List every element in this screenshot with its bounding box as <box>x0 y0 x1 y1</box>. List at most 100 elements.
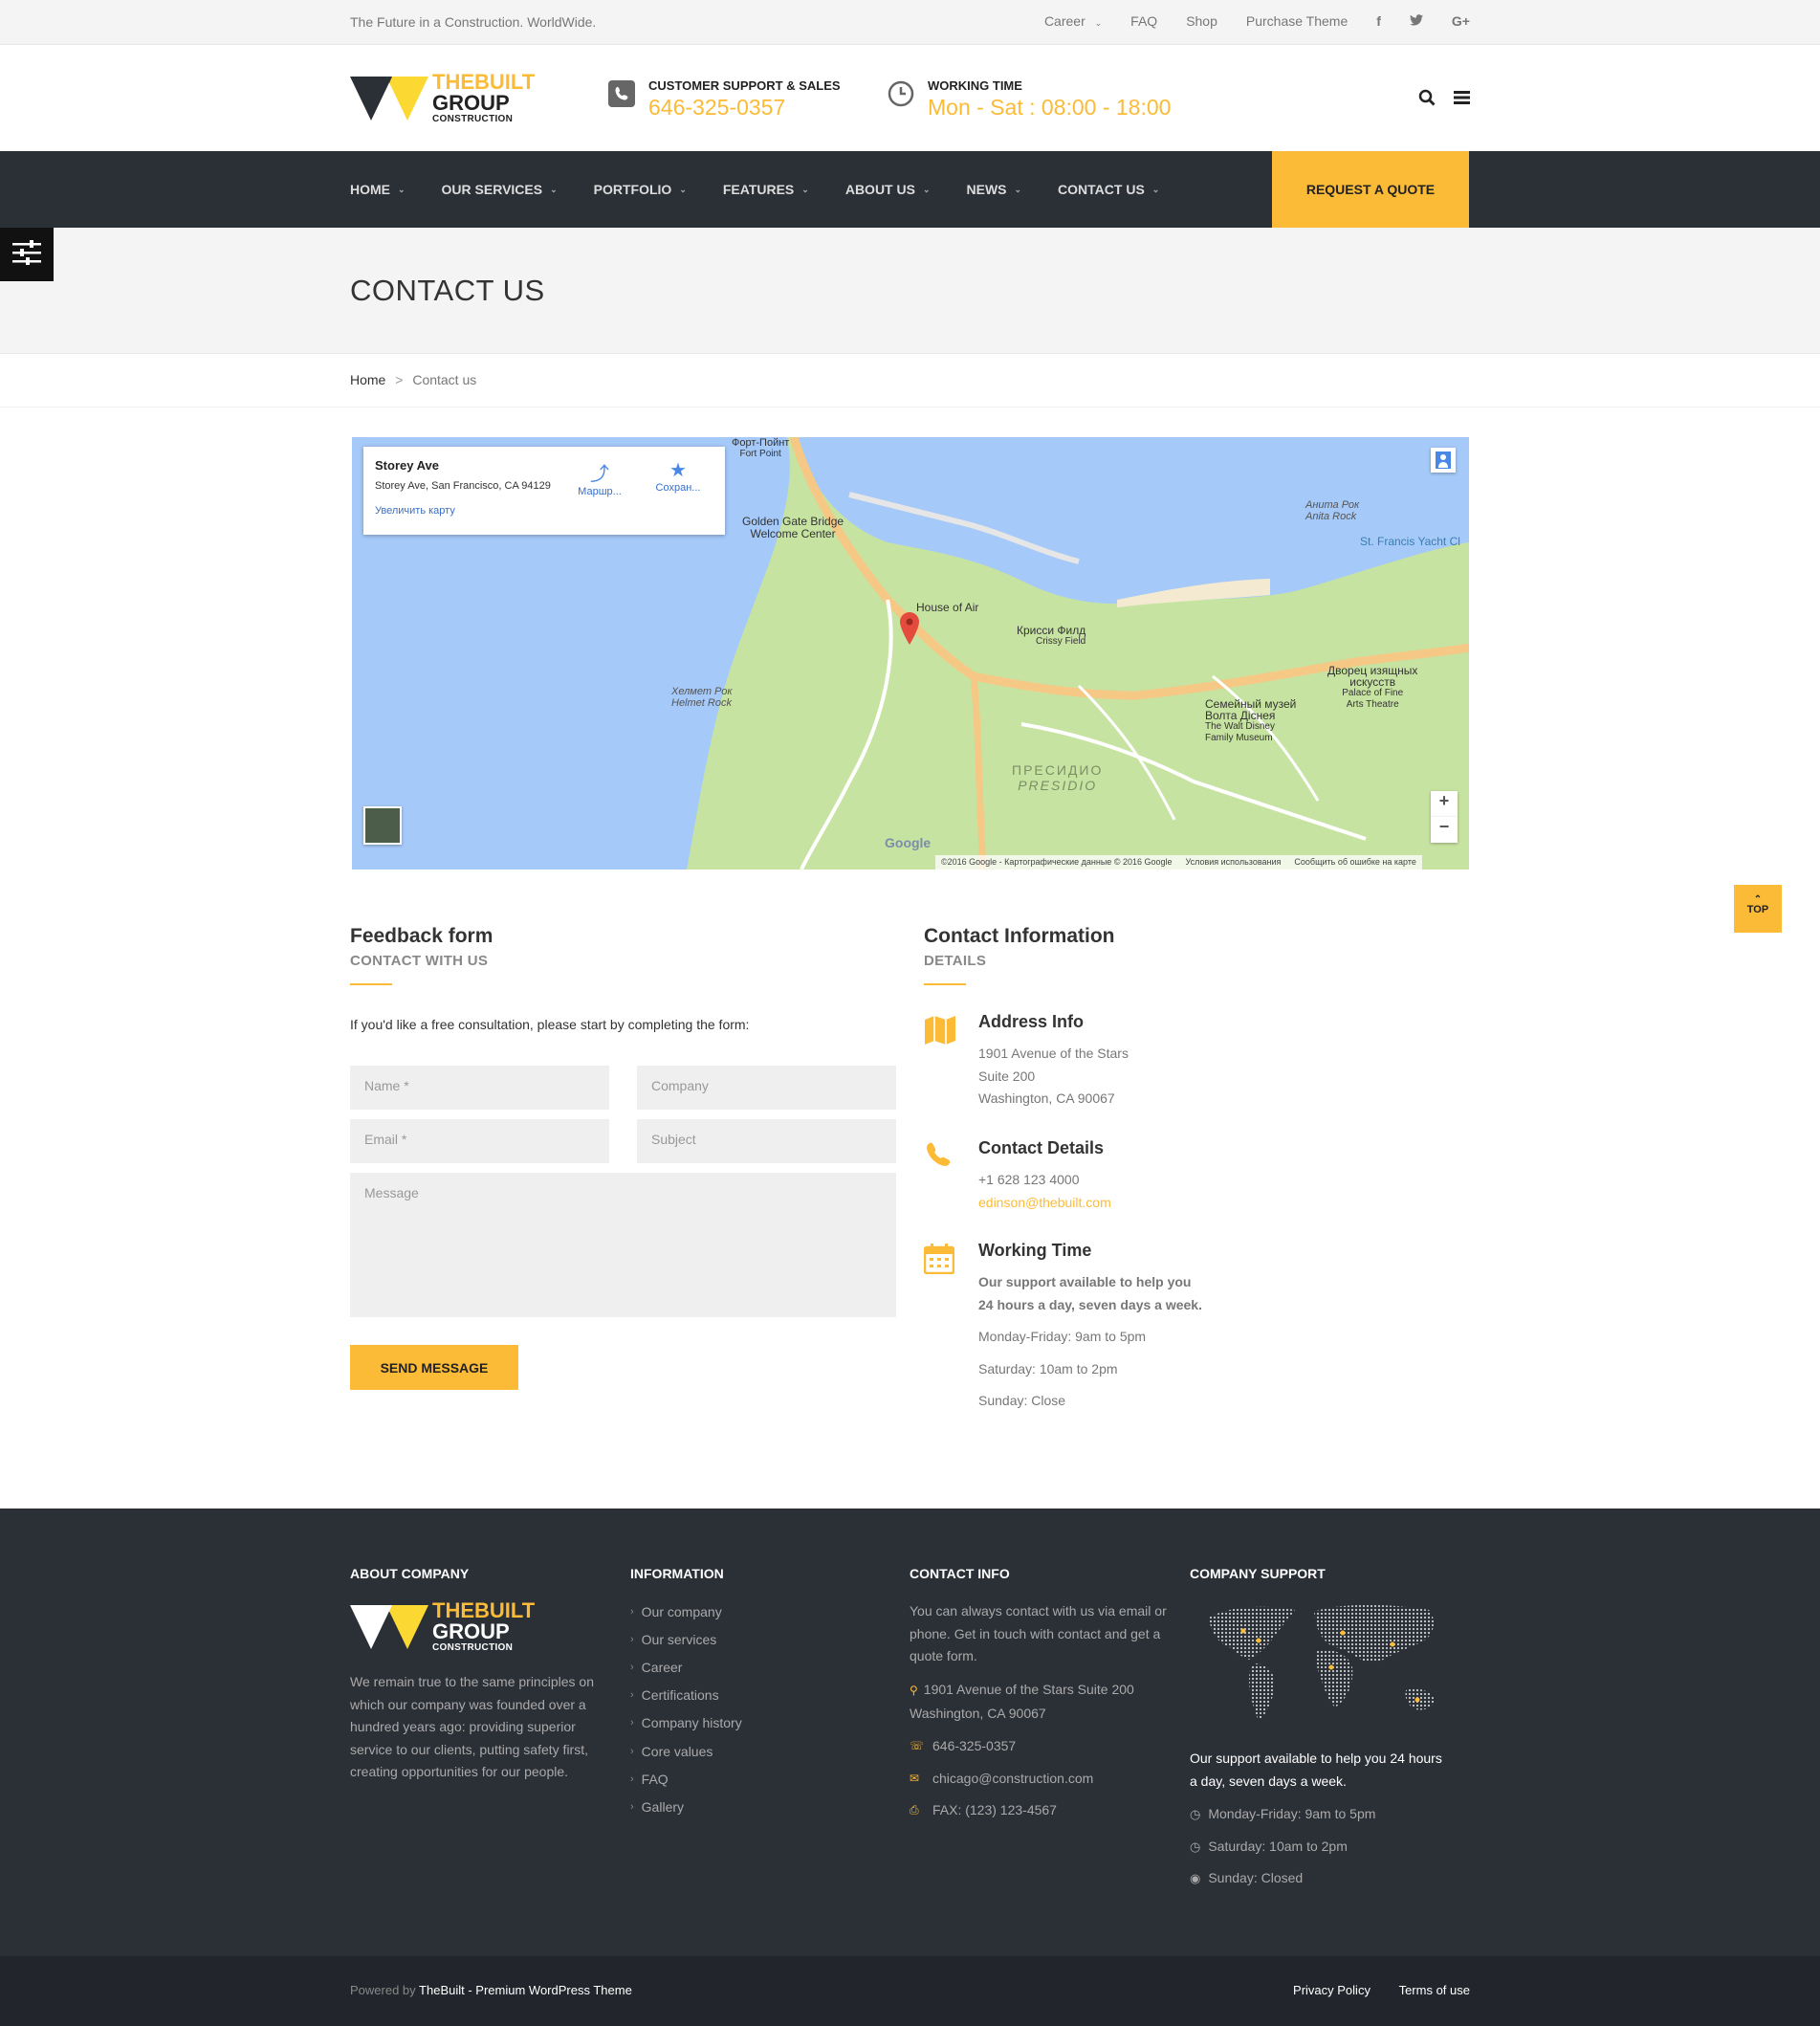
map-label-ggb: Golden Gate Bridge Welcome Center <box>742 515 844 540</box>
feedback-intro: If you'd like a free consultation, pleas… <box>350 1017 750 1032</box>
request-quote-button[interactable]: REQUEST A QUOTE <box>1272 151 1469 228</box>
footer-hours-sunday: ◉ Sunday: Closed <box>1190 1862 1450 1895</box>
facebook-icon[interactable]: f <box>1376 13 1381 29</box>
support-phone[interactable]: 646-325-0357 <box>648 95 841 121</box>
email-field[interactable]: Email * <box>350 1119 609 1163</box>
street-view-icon[interactable] <box>1431 448 1456 473</box>
hours-weekdays: Monday-Friday: 9am to 5pm <box>978 1329 1147 1344</box>
footer-contact-title: CONTACT INFO <box>910 1566 1010 1581</box>
google-plus-icon[interactable]: G+ <box>1452 13 1470 29</box>
star-icon: ★ <box>669 460 687 481</box>
satellite-toggle[interactable] <box>363 806 402 845</box>
map-marker-icon[interactable] <box>900 612 919 649</box>
nav-portfolio[interactable]: PORTFOLIO ⌄ <box>594 182 687 197</box>
back-to-top-button[interactable]: ⌃ TOP <box>1734 885 1782 933</box>
logo-line3: CONSTRUCTION <box>432 114 514 124</box>
footer-logo[interactable]: THEBUILT GROUP CONSTRUCTION <box>350 1600 535 1653</box>
breadcrumb: Home > Contact us <box>350 372 476 387</box>
nav-about-us[interactable]: ABOUT US ⌄ <box>845 182 931 197</box>
map-terms-link[interactable]: Условия использования <box>1186 857 1282 868</box>
chevron-down-icon: ⌄ <box>398 184 406 194</box>
logo-line1: THEBUILT <box>432 70 536 94</box>
footer-contact-text: You can always contact with us via email… <box>910 1603 1167 1663</box>
footer-link-career[interactable]: › Career <box>630 1653 742 1681</box>
closed-icon: ◉ <box>1190 1871 1201 1885</box>
contact-phone[interactable]: +1 628 123 4000 <box>978 1169 1111 1192</box>
subject-field[interactable]: Subject <box>637 1119 896 1163</box>
zoom-in-button[interactable]: + <box>1431 791 1458 817</box>
chevron-down-icon: ⌄ <box>1014 184 1022 194</box>
footer-link-our-company[interactable]: › Our company <box>630 1597 742 1625</box>
footer-link-company-history[interactable]: › Company history <box>630 1709 742 1737</box>
calendar-icon <box>923 1244 956 1276</box>
search-icon[interactable] <box>1418 89 1436 110</box>
nav-news[interactable]: NEWS ⌄ <box>967 182 1022 197</box>
breadcrumb-current: Contact us <box>412 372 477 387</box>
bottom-bar: Powered by TheBuilt - Premium WordPress … <box>0 1956 1820 2026</box>
company-field[interactable]: Company <box>637 1066 896 1110</box>
site-logo[interactable]: THEBUILT GROUP CONSTRUCTION <box>350 72 535 124</box>
time-note-1: Our support available to help you <box>978 1274 1192 1289</box>
time-note-2: 24 hours a day, seven days a week. <box>978 1296 1202 1312</box>
phone-icon: ☏ <box>910 1739 925 1752</box>
nav-features[interactable]: FEATURES ⌄ <box>723 182 809 197</box>
chevron-right-icon: › <box>630 1745 634 1757</box>
zoom-out-button[interactable]: − <box>1431 817 1458 843</box>
sliders-icon <box>12 240 41 269</box>
chevron-down-icon: ⌄ <box>1151 184 1160 194</box>
top-link-shop[interactable]: Shop <box>1186 13 1217 29</box>
map-route-button[interactable]: ⤴ Маршр... <box>572 458 627 497</box>
support-info: CUSTOMER SUPPORT & SALES 646-325-0357 <box>608 78 841 121</box>
map-report-link[interactable]: Сообщить об ошибке на карте <box>1294 857 1415 868</box>
message-field[interactable]: Message <box>350 1173 896 1317</box>
top-link-purchase[interactable]: Purchase Theme <box>1246 13 1348 29</box>
address-line-1: 1901 Avenue of the Stars <box>978 1046 1129 1061</box>
chevron-up-icon: ⌃ <box>1753 894 1763 905</box>
map-zoom-link[interactable]: Увеличить карту <box>375 505 713 517</box>
map-marker-icon: ⚲ <box>910 1684 918 1697</box>
footer-link-our-services[interactable]: › Our services <box>630 1625 742 1653</box>
twitter-icon[interactable] <box>1409 13 1423 29</box>
chevron-right-icon: › <box>630 1717 634 1729</box>
powered-link[interactable]: TheBuilt - Premium WordPress Theme <box>419 1983 632 1997</box>
map-label-yacht: St. Francis Yacht Cl <box>1360 535 1460 548</box>
chevron-right-icon: › <box>630 1633 634 1645</box>
top-link-career[interactable]: Career ⌄ <box>1044 13 1102 29</box>
feedback-title: Feedback form <box>350 925 493 947</box>
hours-sunday: Sunday: Close <box>978 1393 1066 1408</box>
footer-info-list: › Our company › Our services › Career › Cert… <box>630 1597 742 1821</box>
contact-title: Contact Information <box>924 925 1115 947</box>
footer: ABOUT COMPANY THEBUILT GROUP CONSTRUCTIO… <box>0 1508 1820 1956</box>
footer-contact-email[interactable]: ✉ chicago@construction.com <box>910 1763 1170 1795</box>
footer-link-gallery[interactable]: › Gallery <box>630 1793 742 1820</box>
footer-contact-phone[interactable]: ☏ 646-325-0357 <box>910 1730 1170 1763</box>
map-save-label: Сохран... <box>655 482 701 494</box>
contact-email-link[interactable]: edinson@thebuilt.com <box>978 1192 1111 1215</box>
top-link-faq[interactable]: FAQ <box>1130 13 1157 29</box>
breadcrumb-home[interactable]: Home <box>350 372 385 387</box>
footer-support-text: Our support available to help you 24 hou… <box>1190 1751 1442 1789</box>
breadcrumb-separator: > <box>395 372 404 387</box>
privacy-policy-link[interactable]: Privacy Policy <box>1293 1983 1370 1997</box>
footer-link-core-values[interactable]: › Core values <box>630 1737 742 1765</box>
working-time-value: Mon - Sat : 08:00 - 18:00 <box>928 95 1172 120</box>
nav-contact-us[interactable]: CONTACT US ⌄ <box>1058 182 1159 197</box>
menu-icon[interactable] <box>1454 91 1470 108</box>
nav-our-services[interactable]: OUR SERVICES ⌄ <box>442 182 558 197</box>
map-label-anita: Анита Рок Anita Rock <box>1305 499 1360 522</box>
footer-support-title: COMPANY SUPPORT <box>1190 1566 1326 1581</box>
send-message-button[interactable]: SEND MESSAGE <box>350 1345 518 1390</box>
name-field[interactable]: Name * <box>350 1066 609 1110</box>
google-map[interactable]: Storey Ave Storey Ave, San Francisco, CA… <box>352 437 1469 870</box>
settings-panel-toggle[interactable] <box>0 228 54 281</box>
map-save-button[interactable]: ★ Сохран... <box>650 458 706 494</box>
google-logo: Google <box>885 835 932 850</box>
nav-home[interactable]: HOME ⌄ <box>350 182 406 197</box>
map-label-crissy: Крисси Филд Crissy Field <box>1017 624 1086 647</box>
clock-icon <box>888 80 914 107</box>
footer-link-faq[interactable]: › FAQ <box>630 1765 742 1793</box>
footer-link-certifications[interactable]: › Certifications <box>630 1682 742 1709</box>
logo-mark <box>350 75 434 122</box>
feedback-subtitle: CONTACT WITH US <box>350 953 489 969</box>
terms-of-use-link[interactable]: Terms of use <box>1399 1983 1470 1997</box>
